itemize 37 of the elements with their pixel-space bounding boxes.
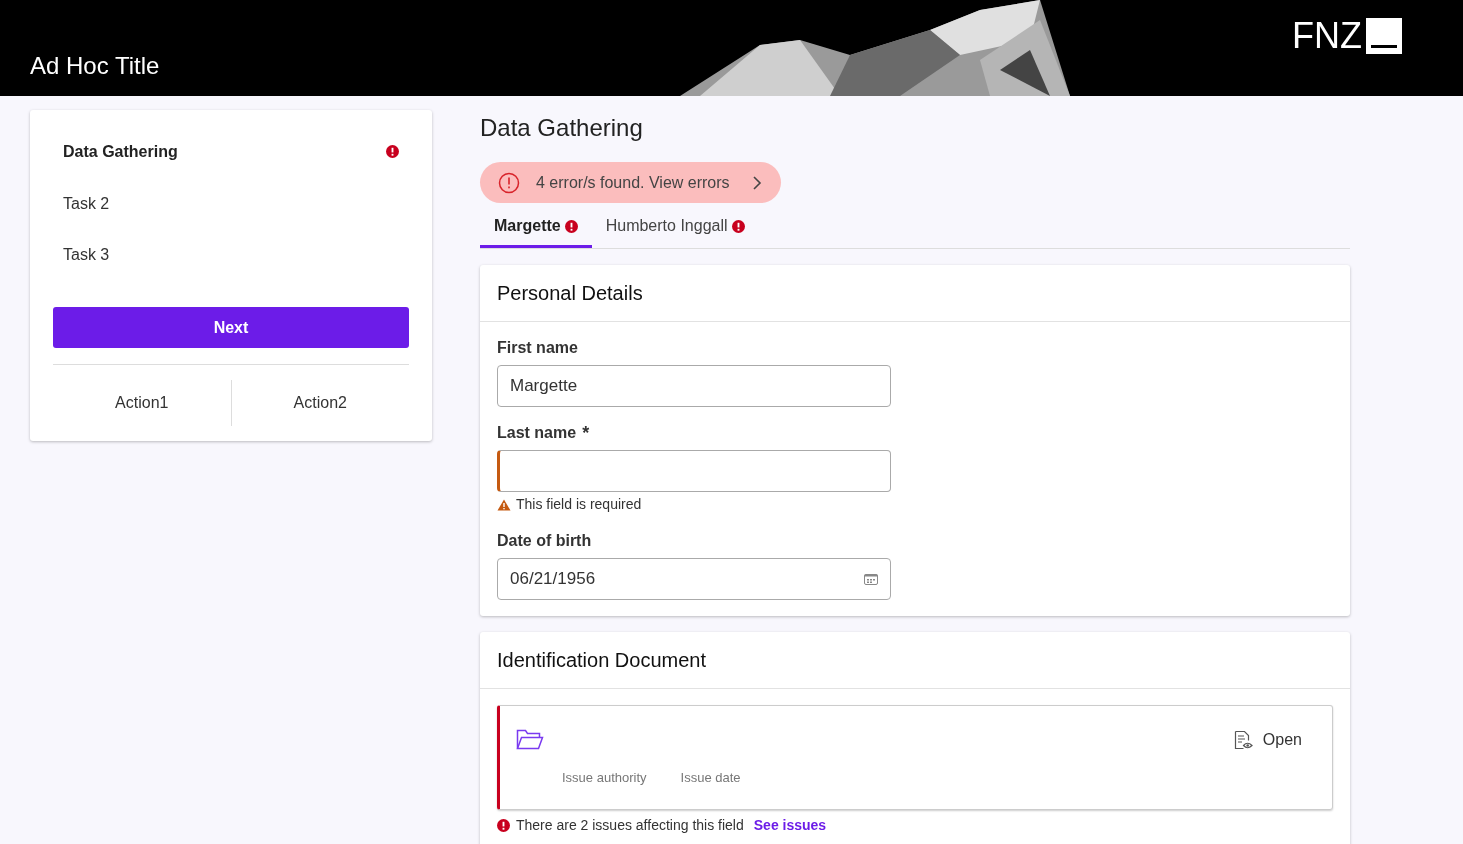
input-field[interactable]: Margette — [497, 365, 891, 407]
page-title: Data Gathering — [480, 113, 644, 143]
tab[interactable]: Humberto Inggall — [591, 207, 759, 248]
column-label: Issue date — [680, 769, 741, 787]
warning-icon — [497, 498, 511, 511]
logo: FNZ — [1292, 18, 1402, 54]
folder-icon — [516, 728, 544, 750]
column-label: Issue authority — [562, 769, 647, 787]
error-message: This field is required — [516, 495, 642, 514]
required-mark: * — [582, 424, 590, 442]
section-title: Personal Details — [497, 281, 643, 306]
error-icon — [498, 171, 520, 194]
error-icon — [386, 145, 399, 159]
input-field[interactable] — [497, 450, 891, 492]
task-item[interactable]: Task 3 — [53, 229, 409, 282]
error-icon — [731, 219, 745, 233]
section-title: Identification Document — [497, 648, 706, 673]
field-label: Date of birth — [497, 531, 592, 551]
field-label: First name — [497, 338, 578, 358]
chevron-right-icon — [751, 175, 762, 190]
tab[interactable]: Margette — [480, 207, 592, 248]
error-banner[interactable]: 4 error/s found. View errors — [480, 162, 781, 203]
error-icon — [564, 219, 578, 233]
task-item[interactable]: Data Gathering — [53, 126, 409, 178]
error-icon — [497, 819, 510, 832]
calendar-icon — [864, 573, 878, 585]
action-button[interactable]: Action1 — [113, 380, 171, 426]
document-eye-icon — [1232, 730, 1253, 750]
see-issues-link[interactable]: See issues — [753, 815, 827, 836]
action-button[interactable]: Action2 — [291, 380, 349, 426]
task-item[interactable]: Task 2 — [53, 177, 409, 230]
app-title: Ad Hoc Title — [30, 51, 160, 81]
next-button[interactable]: Next — [53, 307, 409, 348]
date-field[interactable]: 06/21/1956 — [497, 558, 891, 600]
field-label: Last name — [497, 423, 577, 443]
open-button[interactable]: Open — [1232, 728, 1302, 752]
issues-message: There are 2 issues affecting this field — [516, 816, 744, 835]
